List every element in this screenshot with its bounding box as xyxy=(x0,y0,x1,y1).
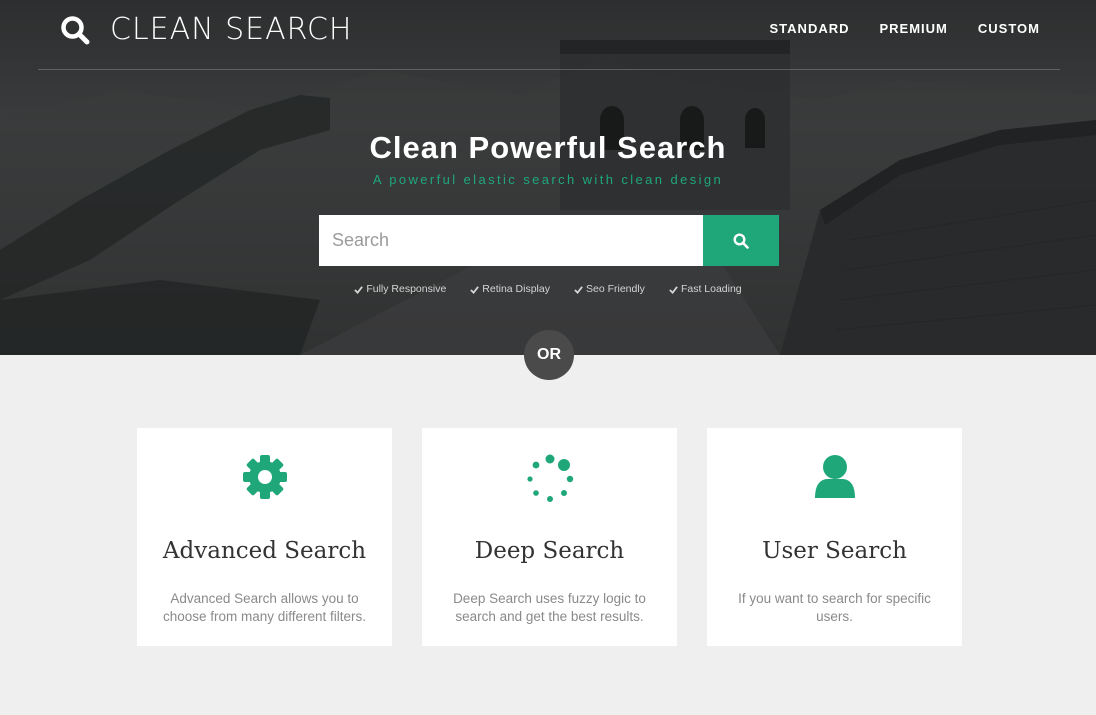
card-icon-wrap xyxy=(422,454,677,504)
hero-subtitle: A powerful elastic search with clean des… xyxy=(372,172,724,187)
feature-item: Fully Responsive xyxy=(354,283,446,295)
brand-name: CLEAN SEARCH xyxy=(110,12,353,47)
card-advanced-search[interactable]: Advanced Search Advanced Search allows y… xyxy=(137,428,392,646)
search-icon xyxy=(733,232,749,249)
feature-item: Fast Loading xyxy=(669,283,742,295)
card-description: If you want to search for specific users… xyxy=(738,591,931,624)
card-user-search[interactable]: User Search If you want to search for sp… xyxy=(707,428,962,646)
feature-list: Fully Responsive Retina Display Seo Frie… xyxy=(0,283,1096,295)
gear-icon xyxy=(242,455,287,499)
search-bar xyxy=(319,215,779,266)
check-icon xyxy=(470,285,480,294)
feature-label: Retina Display xyxy=(482,283,550,295)
nav-links: STANDARD PREMIUM CUSTOM xyxy=(740,21,1040,36)
search-type-cards: Advanced Search Advanced Search allows y… xyxy=(137,428,962,646)
spinner-icon xyxy=(526,454,573,502)
feature-label: Seo Friendly xyxy=(585,283,645,295)
nav-link-standard[interactable]: STANDARD xyxy=(770,21,850,36)
user-icon xyxy=(814,455,855,498)
check-icon xyxy=(669,285,678,294)
or-badge: OR xyxy=(524,330,574,380)
card-description: Deep Search uses fuzzy logic to search a… xyxy=(453,591,646,624)
feature-item: Retina Display xyxy=(470,283,550,295)
card-description: Advanced Search allows you to choose fro… xyxy=(162,591,367,624)
brand-logo[interactable]: CLEAN SEARCH xyxy=(60,12,353,47)
card-title: Advanced Search xyxy=(162,538,367,564)
top-navigation: CLEAN SEARCH STANDARD PREMIUM CUSTOM xyxy=(38,0,1060,70)
card-title: Deep Search xyxy=(474,538,625,564)
feature-label: Fully Responsive xyxy=(366,283,447,295)
card-icon-wrap xyxy=(137,454,392,500)
search-input[interactable] xyxy=(319,215,703,266)
nav-link-custom[interactable]: CUSTOM xyxy=(978,21,1040,36)
card-icon-wrap xyxy=(707,454,962,500)
search-button[interactable] xyxy=(703,215,779,266)
feature-item: Seo Friendly xyxy=(574,283,645,295)
nav-link-premium[interactable]: PREMIUM xyxy=(880,21,948,36)
check-icon xyxy=(354,285,364,294)
hero-title: Clean Powerful Search xyxy=(369,130,727,165)
card-title: User Search xyxy=(762,538,907,564)
search-icon xyxy=(61,15,90,44)
feature-label: Fast Loading xyxy=(680,283,742,295)
check-icon xyxy=(574,285,583,294)
hero-section: CLEAN SEARCH STANDARD PREMIUM CUSTOM Cle… xyxy=(0,0,1096,355)
card-deep-search[interactable]: Deep Search Deep Search uses fuzzy logic… xyxy=(422,428,677,646)
